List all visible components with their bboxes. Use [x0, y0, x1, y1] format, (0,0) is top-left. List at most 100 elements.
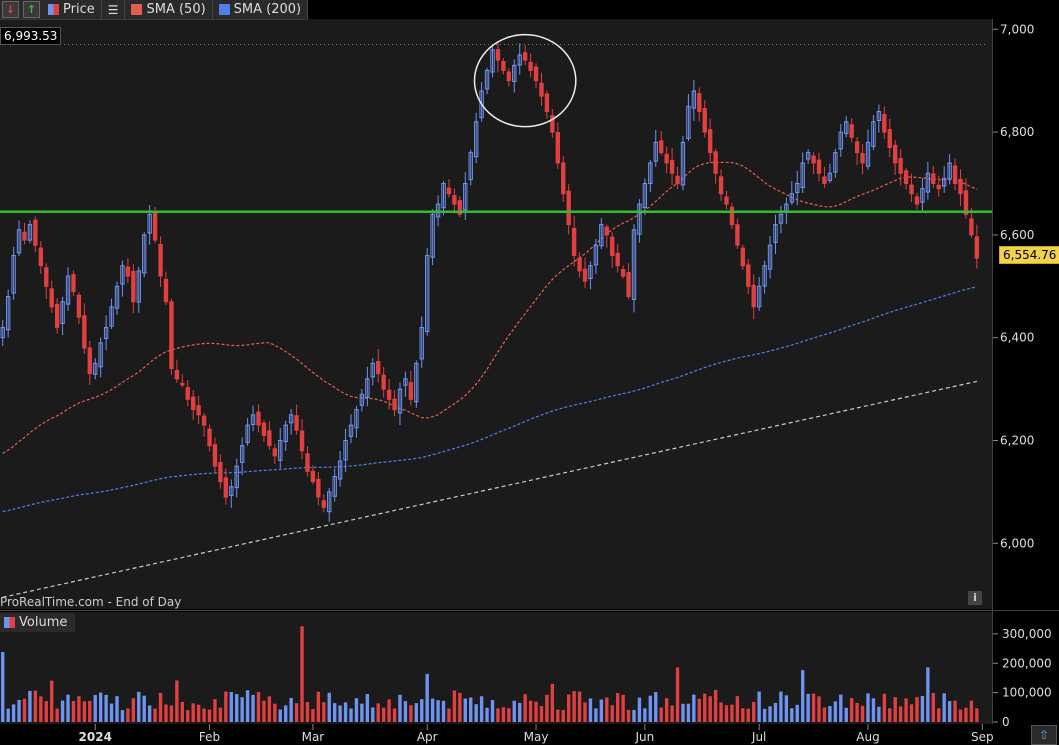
candle-body	[952, 165, 958, 184]
volume-bar	[898, 706, 903, 722]
volume-bar	[942, 693, 946, 722]
candle-body	[495, 49, 501, 61]
candle-body	[707, 129, 713, 154]
candle-body	[256, 411, 261, 426]
volume-bar	[485, 707, 489, 722]
volume-bar	[768, 706, 772, 722]
volume-bar	[659, 707, 663, 722]
volume-bar	[730, 704, 734, 722]
volume-bar	[817, 696, 821, 722]
candle-body	[659, 140, 664, 154]
volume-bar	[909, 704, 914, 722]
volume-bar	[904, 698, 908, 722]
volume-bar	[463, 698, 467, 722]
candle-body	[131, 270, 136, 303]
volume-bar	[300, 626, 304, 722]
info-icon[interactable]: i	[968, 591, 982, 605]
candle-body	[969, 218, 974, 236]
volume-bar	[77, 696, 81, 722]
volume-bar	[322, 702, 326, 722]
time-tick-label: May	[524, 730, 549, 744]
volume-bar	[621, 694, 625, 722]
candle-body	[903, 170, 909, 184]
candle-body	[76, 294, 82, 318]
volume-bar	[708, 696, 712, 722]
candle-body	[305, 453, 310, 472]
candle-body	[914, 196, 920, 205]
candle-body	[44, 267, 49, 287]
volume-bar	[327, 692, 331, 722]
candle-body	[163, 278, 169, 303]
candle-body	[212, 444, 218, 467]
volume-bar	[784, 695, 789, 722]
volume-bar	[137, 691, 141, 722]
volume-bar	[294, 703, 299, 722]
volume-bar	[33, 690, 38, 722]
candle-body	[544, 93, 550, 113]
volume-bar	[567, 694, 571, 722]
volume-bar	[588, 698, 593, 722]
candle-body	[751, 284, 756, 308]
time-tick-label: Jun	[635, 730, 655, 744]
candle-body	[261, 422, 267, 436]
volume-bar	[670, 705, 674, 722]
volume-bar	[11, 704, 16, 722]
volume-bar	[164, 704, 168, 722]
volume-legend[interactable]: Volume	[0, 613, 76, 632]
candle-body	[267, 430, 272, 447]
candle-body	[849, 124, 854, 138]
scroll-up-icon[interactable]: ⇧	[1031, 725, 1057, 745]
price-legend: ↓ ↑ Price ☰ SMA (50) SMA (200)	[0, 0, 309, 20]
volume-bar	[806, 693, 810, 722]
arrow-down-icon[interactable]: ↓	[2, 1, 19, 18]
volume-bar	[441, 700, 446, 722]
volume-bar	[311, 709, 315, 722]
volume-bar	[888, 708, 892, 722]
volume-bar	[855, 702, 859, 722]
volume-bar	[371, 707, 375, 722]
volume-bar	[893, 697, 897, 722]
volume-bar	[545, 694, 549, 722]
candle-body	[713, 151, 718, 174]
candle-body	[452, 195, 457, 205]
candle-body	[392, 398, 397, 411]
arrow-up-icon[interactable]: ↑	[23, 1, 40, 18]
volume-bar	[844, 707, 848, 722]
candle-body	[522, 52, 528, 61]
candle-body	[180, 382, 185, 386]
menu-icon[interactable]: ☰	[102, 0, 126, 19]
price-tick-label: 6,600	[1000, 228, 1034, 242]
price-tick-label: 6,200	[1000, 434, 1034, 448]
volume-bar	[534, 701, 538, 722]
volume-bar	[131, 698, 136, 722]
legend-sma200[interactable]: SMA (200)	[213, 0, 309, 19]
candle-body	[294, 415, 299, 431]
candle-body	[664, 153, 669, 164]
volume-bar	[637, 697, 642, 722]
volume-bar	[594, 708, 598, 722]
legend-price[interactable]: Price	[42, 0, 102, 19]
last-price-label: 6,554.76	[999, 246, 1059, 264]
candle-body	[506, 71, 512, 82]
volume-bar	[681, 703, 685, 722]
volume-bar	[915, 697, 919, 722]
volume-tick-label: 0	[1002, 715, 1010, 729]
candle-body	[174, 369, 180, 380]
candle-body	[310, 470, 316, 483]
volume-bar	[387, 699, 391, 722]
candle-body	[822, 176, 827, 184]
volume-bar	[229, 692, 233, 722]
volume-bar	[752, 701, 756, 722]
legend-sma50[interactable]: SMA (50)	[125, 0, 213, 19]
volume-bar	[398, 694, 402, 722]
candle-body	[582, 268, 588, 282]
time-tick-label: 2024	[79, 730, 112, 744]
volume-bar	[474, 704, 478, 722]
volume-bar	[931, 692, 935, 722]
volume-bar	[523, 694, 527, 722]
price-pane	[0, 19, 992, 609]
volume-bar	[420, 699, 424, 722]
volume-bar	[610, 705, 614, 722]
candle-body	[22, 231, 27, 241]
volume-bar	[577, 691, 582, 722]
